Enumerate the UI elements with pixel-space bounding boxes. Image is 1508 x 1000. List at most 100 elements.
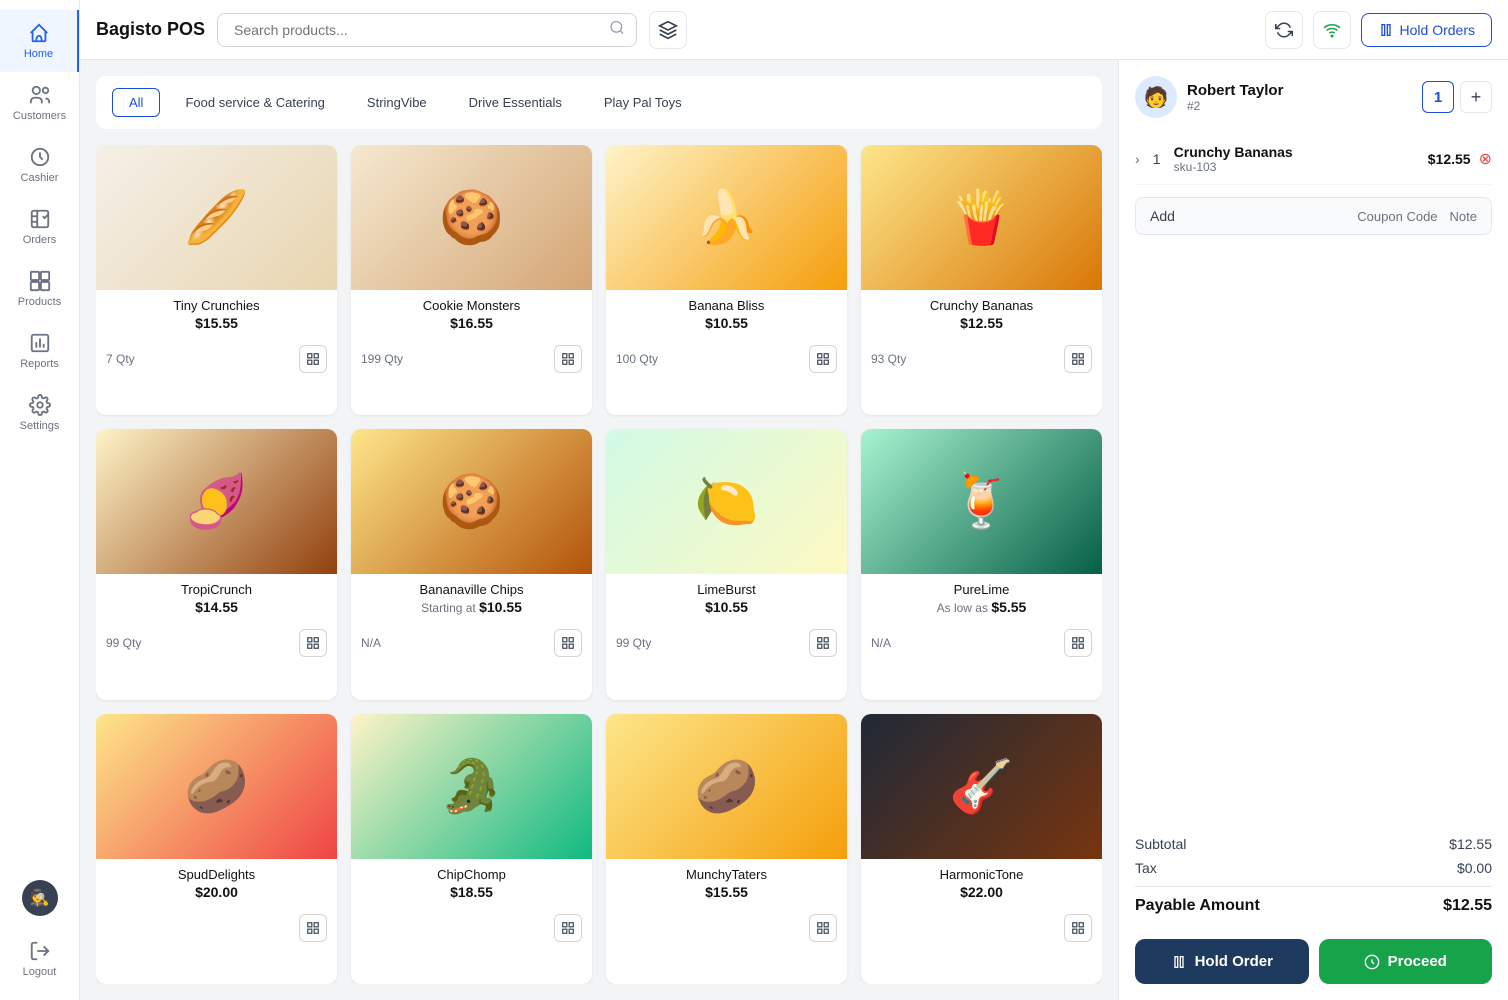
product-qty: N/A [361, 636, 381, 650]
sidebar-item-logout[interactable]: Logout [0, 928, 79, 990]
product-qty: 99 Qty [106, 636, 141, 650]
product-price: $10.55 [616, 599, 837, 615]
product-footer: 93 Qty [861, 339, 1102, 381]
hold-orders-label: Hold Orders [1400, 22, 1475, 38]
topbar-actions: Hold Orders [1265, 11, 1492, 49]
cart-add-btn[interactable]: + [1460, 81, 1492, 113]
product-name: LimeBurst [616, 582, 837, 597]
proceed-button[interactable]: Proceed [1319, 939, 1493, 984]
product-price: As low as $5.55 [871, 599, 1092, 615]
search-wrapper [217, 13, 637, 47]
orders-icon [29, 208, 51, 230]
product-grid-btn[interactable] [809, 914, 837, 942]
product-price: Starting at $10.55 [361, 599, 582, 615]
hold-order-pause-icon [1171, 954, 1187, 970]
product-grid-btn[interactable] [809, 629, 837, 657]
cart-item-remove-btn[interactable]: ⊗ [1479, 149, 1492, 169]
product-footer: N/A [861, 623, 1102, 665]
payable-value: $12.55 [1443, 897, 1492, 915]
sidebar-reports-label: Reports [20, 358, 59, 370]
list-item[interactable]: 🐊 ChipChomp $18.55 [351, 714, 592, 984]
logout-icon [29, 940, 51, 962]
coupon-code-link[interactable]: Coupon Code [1357, 209, 1437, 224]
search-input[interactable] [217, 13, 637, 47]
main-content: Bagisto POS [80, 0, 1508, 1000]
sidebar-user-avatar[interactable]: 🕵️ [0, 868, 79, 928]
product-body: Banana Bliss $10.55 [606, 290, 847, 339]
sidebar: Home Customers Cashier Orders Products R… [0, 0, 80, 1000]
list-item[interactable]: 🍪 Cookie Monsters $16.55 199 Qty [351, 145, 592, 415]
product-grid-btn[interactable] [299, 629, 327, 657]
product-name: MunchyTaters [616, 867, 837, 882]
product-price: $14.55 [106, 599, 327, 615]
cart-items-list: › 1 Crunchy Bananas sku-103 $12.55 ⊗ [1135, 134, 1492, 185]
product-grid-btn[interactable] [1064, 345, 1092, 373]
refresh-btn[interactable] [1265, 11, 1303, 49]
tax-row: Tax $0.00 [1135, 860, 1492, 876]
list-item[interactable]: 🍌 Banana Bliss $10.55 100 Qty [606, 145, 847, 415]
cart-panel: 🧑 Robert Taylor #2 1 + › 1 Crunchy Banan [1118, 60, 1508, 1000]
product-body: HarmonicTone $22.00 [861, 859, 1102, 908]
sidebar-item-home[interactable]: Home [0, 10, 79, 72]
cart-header: 🧑 Robert Taylor #2 1 + [1135, 76, 1492, 118]
product-image-bananaville: 🍪 [351, 429, 592, 574]
cart-qty-controls: 1 + [1422, 81, 1492, 113]
3d-box-btn[interactable] [649, 11, 687, 49]
sidebar-customers-label: Customers [13, 110, 66, 122]
hold-orders-button[interactable]: Hold Orders [1361, 13, 1492, 47]
sidebar-item-products[interactable]: Products [0, 258, 79, 320]
cart-item-name: Crunchy Bananas [1174, 144, 1420, 160]
product-grid-btn[interactable] [554, 629, 582, 657]
list-item[interactable]: 🎸 HarmonicTone $22.00 [861, 714, 1102, 984]
list-item[interactable]: 🍋 LimeBurst $10.55 99 Qty [606, 429, 847, 699]
sidebar-item-settings[interactable]: Settings [0, 382, 79, 444]
cart-item-chevron[interactable]: › [1135, 151, 1140, 167]
product-grid-btn[interactable] [809, 345, 837, 373]
product-grid-btn[interactable] [299, 345, 327, 373]
product-footer: 99 Qty [606, 623, 847, 665]
sidebar-item-cashier[interactable]: Cashier [0, 134, 79, 196]
product-image-tiny-crunchies: 🥖 [96, 145, 337, 290]
product-price: $22.00 [871, 884, 1092, 900]
product-footer [96, 908, 337, 950]
list-item[interactable]: 🍪 Bananaville Chips Starting at $10.55 N… [351, 429, 592, 699]
sidebar-item-orders[interactable]: Orders [0, 196, 79, 258]
product-image-harmonictone: 🎸 [861, 714, 1102, 859]
list-item[interactable]: 🍹 PureLime As low as $5.55 N/A [861, 429, 1102, 699]
product-name: Cookie Monsters [361, 298, 582, 313]
note-link[interactable]: Note [1450, 209, 1477, 224]
product-grid-btn[interactable] [299, 914, 327, 942]
product-grid-btn[interactable] [554, 914, 582, 942]
cat-tab-playpal[interactable]: Play Pal Toys [587, 88, 699, 117]
product-name: HarmonicTone [871, 867, 1092, 882]
list-item[interactable]: 🍠 TropiCrunch $14.55 99 Qty [96, 429, 337, 699]
product-body: Crunchy Bananas $12.55 [861, 290, 1102, 339]
cat-tab-food[interactable]: Food service & Catering [168, 88, 341, 117]
home-icon [28, 22, 50, 44]
product-grid-btn[interactable] [1064, 914, 1092, 942]
list-item[interactable]: 🥔 SpudDelights $20.00 [96, 714, 337, 984]
product-body: ChipChomp $18.55 [351, 859, 592, 908]
reports-icon [29, 332, 51, 354]
product-footer: N/A [351, 623, 592, 665]
product-body: Tiny Crunchies $15.55 [96, 290, 337, 339]
list-item[interactable]: 🥔 MunchyTaters $15.55 [606, 714, 847, 984]
sidebar-item-customers[interactable]: Customers [0, 72, 79, 134]
product-price: $10.55 [616, 315, 837, 331]
product-name: PureLime [871, 582, 1092, 597]
list-item[interactable]: 🍟 Crunchy Bananas $12.55 93 Qty [861, 145, 1102, 415]
sidebar-item-reports[interactable]: Reports [0, 320, 79, 382]
hold-order-button[interactable]: Hold Order [1135, 939, 1309, 984]
cat-tab-drive[interactable]: Drive Essentials [452, 88, 579, 117]
product-footer [606, 908, 847, 950]
product-qty: 199 Qty [361, 352, 403, 366]
cat-tab-all[interactable]: All [112, 88, 160, 117]
category-tabs: All Food service & Catering StringVibe D… [96, 76, 1102, 129]
product-grid-btn[interactable] [1064, 629, 1092, 657]
product-image-crunchy-bananas: 🍟 [861, 145, 1102, 290]
proceed-label: Proceed [1388, 953, 1447, 970]
product-body: Cookie Monsters $16.55 [351, 290, 592, 339]
cat-tab-stringvibe[interactable]: StringVibe [350, 88, 444, 117]
list-item[interactable]: 🥖 Tiny Crunchies $15.55 7 Qty [96, 145, 337, 415]
product-grid-btn[interactable] [554, 345, 582, 373]
